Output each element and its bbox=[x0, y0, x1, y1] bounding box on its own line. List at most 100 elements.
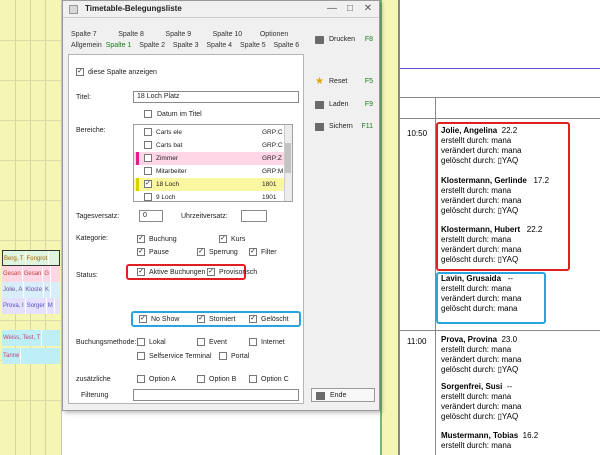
option-c-label: Option C bbox=[261, 376, 289, 383]
no-show-checkbox[interactable]: ✓ bbox=[139, 315, 147, 323]
maximize-button[interactable]: □ bbox=[343, 3, 357, 14]
list-item-checkbox[interactable]: ✓ bbox=[144, 180, 152, 188]
status-label: Status: bbox=[76, 272, 98, 279]
tab-spalte-10[interactable]: Spalte 10 bbox=[209, 31, 256, 42]
sperrung-checkbox[interactable]: ✓ bbox=[197, 248, 205, 256]
tab-spalte-6[interactable]: Spalte 6 bbox=[269, 42, 303, 53]
geloescht-checkbox[interactable]: ✓ bbox=[249, 315, 257, 323]
kategorie-label: Kategorie: bbox=[76, 235, 108, 242]
selfservice-checkbox[interactable] bbox=[137, 352, 145, 360]
pause-label: Pause bbox=[149, 249, 169, 256]
list-item[interactable]: 9 Loch 1901 bbox=[134, 191, 286, 201]
aktive-buchungen-label: Aktive Buchungen bbox=[149, 269, 206, 276]
list-item-checkbox[interactable] bbox=[144, 167, 152, 175]
close-button[interactable]: ✕ bbox=[361, 3, 375, 14]
storniert-label: Storniert bbox=[209, 316, 236, 323]
bereiche-label: Bereiche: bbox=[76, 127, 106, 134]
calendar-background: Berg, T Fongrot Gesan Gesan G Jolie, A Klost… bbox=[0, 0, 62, 455]
calendar-booking-row[interactable]: Prova, I Sorger M bbox=[2, 298, 60, 314]
minimize-button[interactable]: — bbox=[325, 3, 339, 14]
uhrzeitversatz-input[interactable] bbox=[241, 210, 267, 222]
show-column-checkbox[interactable]: ✓ bbox=[76, 68, 84, 76]
uhrzeitversatz-label: Uhrzeitversatz: bbox=[181, 213, 228, 220]
selfservice-label: Selfservice Terminal bbox=[149, 353, 212, 360]
list-item[interactable]: Zimmer GRP:Z bbox=[134, 152, 286, 165]
bereiche-list[interactable]: Carts ele GRP:C Carts bat GRP:C Zimmer GRP:… bbox=[133, 124, 293, 202]
list-item-checkbox[interactable] bbox=[144, 141, 152, 149]
filterung-input[interactable] bbox=[133, 389, 299, 401]
kurs-label: Kurs bbox=[231, 236, 246, 243]
sichern-button[interactable]: Sichern F11 bbox=[311, 120, 375, 134]
scrollbar-thumb[interactable] bbox=[285, 143, 291, 173]
no-show-label: No Show bbox=[151, 316, 180, 323]
ende-button[interactable]: Ende bbox=[311, 388, 375, 402]
event-checkbox[interactable] bbox=[197, 338, 205, 346]
storniert-checkbox[interactable]: ✓ bbox=[197, 315, 205, 323]
tab-spalte-3[interactable]: Spalte 3 bbox=[169, 42, 203, 53]
list-item[interactable]: Carts bat GRP:C bbox=[134, 139, 286, 152]
event-label: Event bbox=[209, 339, 227, 346]
portal-checkbox[interactable] bbox=[219, 352, 227, 360]
tab-optionen[interactable]: Optionen bbox=[256, 31, 303, 42]
printer-icon bbox=[315, 36, 324, 44]
datum-checkbox[interactable] bbox=[144, 110, 152, 118]
buchung-label: Buchung bbox=[149, 236, 177, 243]
aktive-buchungen-checkbox[interactable]: ✓ bbox=[137, 268, 145, 276]
titel-input[interactable]: 18 Loch Platz bbox=[133, 91, 299, 103]
portal-label: Portal bbox=[231, 353, 250, 360]
exit-icon bbox=[316, 392, 325, 400]
list-scrollbar[interactable] bbox=[284, 125, 292, 201]
internet-checkbox[interactable] bbox=[249, 338, 257, 346]
folder-icon bbox=[315, 101, 324, 109]
kurs-checkbox[interactable]: ✓ bbox=[219, 235, 227, 243]
filter-checkbox[interactable]: ✓ bbox=[249, 248, 257, 256]
internet-label: Internet bbox=[261, 339, 285, 346]
tab-spalte-2[interactable]: Spalte 2 bbox=[135, 42, 169, 53]
list-item[interactable]: Mitarbeiter GRP:M bbox=[134, 165, 286, 178]
calendar-booking-row[interactable]: Tanne bbox=[2, 348, 60, 364]
dialog-titlebar[interactable]: Timetable-Belegungsliste — □ ✕ bbox=[63, 1, 379, 18]
time-slot-label: 10:50 bbox=[407, 129, 428, 138]
tab-spalte-7[interactable]: Spalte 7 bbox=[67, 31, 114, 42]
tab-spalte-9[interactable]: Spalte 9 bbox=[161, 31, 208, 42]
reset-button[interactable]: ★ Reset F5 bbox=[311, 75, 375, 89]
save-icon bbox=[315, 123, 324, 131]
tab-spalte-1[interactable]: Spalte 1 bbox=[102, 42, 136, 53]
option-a-checkbox[interactable] bbox=[137, 375, 145, 383]
star-icon: ★ bbox=[315, 76, 324, 87]
tab-spalte-4[interactable]: Spalte 4 bbox=[202, 42, 236, 53]
tab-allgemein[interactable]: Allgemein bbox=[67, 42, 102, 53]
lokal-checkbox[interactable] bbox=[137, 338, 145, 346]
color-marker bbox=[136, 178, 139, 191]
filter-label: Filter bbox=[261, 249, 277, 256]
calendar-divider bbox=[380, 0, 382, 455]
show-column-label: diese Spalte anzeigen bbox=[88, 69, 157, 76]
report-entry: Klostermann, Gerlinde 17.2 erstellt durc… bbox=[441, 176, 550, 215]
tagesversatz-input[interactable]: 0 bbox=[139, 210, 163, 222]
report-entry: Jolie, Angelina 22.2 erstellt durch: man… bbox=[441, 126, 522, 165]
sperrung-label: Sperrung bbox=[209, 249, 238, 256]
report-entry: Lavin, Grusaida -- erstellt durch: mana v… bbox=[441, 274, 522, 313]
tab-spalte-8[interactable]: Spalte 8 bbox=[114, 31, 161, 42]
tab-spalte-5[interactable]: Spalte 5 bbox=[236, 42, 270, 53]
dialog-title: Timetable-Belegungsliste bbox=[85, 4, 182, 13]
report-entry: Prova, Provina 23.0 erstellt durch: mana… bbox=[441, 335, 522, 374]
list-item-checkbox[interactable] bbox=[144, 193, 152, 201]
calendar-booking-row[interactable]: Gesan Gesan G bbox=[2, 266, 60, 282]
calendar-strip bbox=[380, 0, 398, 455]
list-item[interactable]: ✓ 18 Loch 1801 bbox=[134, 178, 286, 191]
calendar-booking-row[interactable]: Jolie, A Kloste K bbox=[2, 282, 60, 298]
list-item-checkbox[interactable] bbox=[144, 128, 152, 136]
calendar-booking-row[interactable]: Weiss, Test, T bbox=[2, 330, 60, 346]
option-c-checkbox[interactable] bbox=[249, 375, 257, 383]
buchung-checkbox[interactable]: ✓ bbox=[137, 235, 145, 243]
drucken-button[interactable]: Drucken F8 bbox=[311, 33, 375, 47]
calendar-booking-row[interactable]: Berg, T Fongrot bbox=[2, 250, 60, 266]
option-b-checkbox[interactable] bbox=[197, 375, 205, 383]
laden-button[interactable]: Laden F9 bbox=[311, 98, 375, 112]
list-item[interactable]: Carts ele GRP:C bbox=[134, 126, 286, 139]
provisorisch-checkbox[interactable]: ✓ bbox=[207, 268, 215, 276]
list-item-checkbox[interactable] bbox=[144, 154, 152, 162]
option-a-label: Option A bbox=[149, 376, 176, 383]
pause-checkbox[interactable]: ✓ bbox=[137, 248, 145, 256]
